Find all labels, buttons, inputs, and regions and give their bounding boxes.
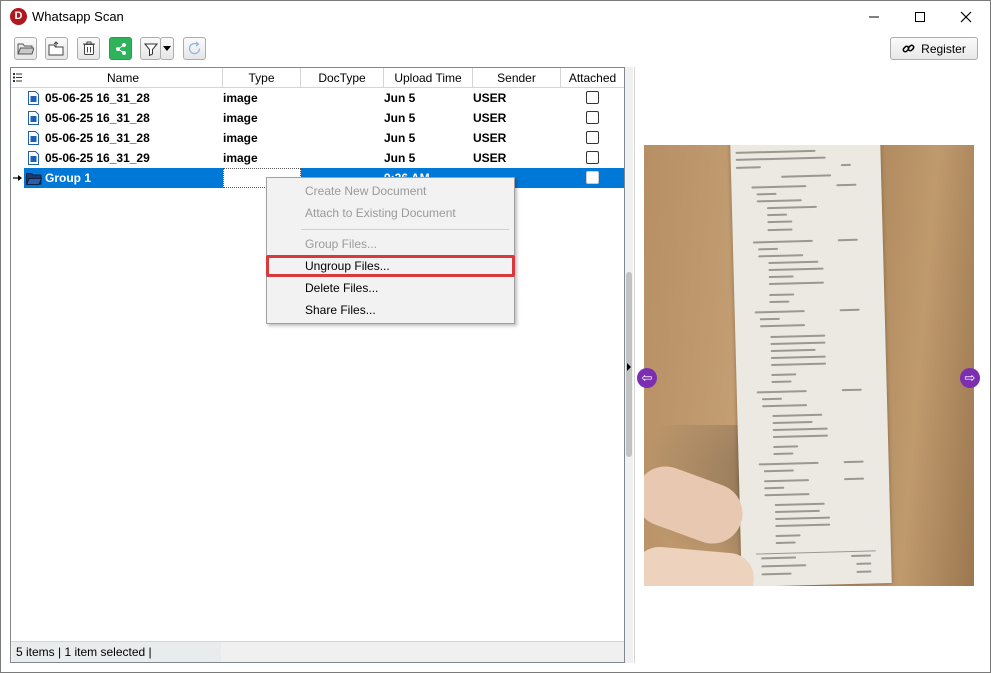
delete-button[interactable] — [77, 37, 100, 60]
open-file-button[interactable] — [45, 37, 68, 60]
cell-sender: USER — [473, 131, 507, 145]
filter-button[interactable] — [140, 37, 161, 60]
link-icon — [902, 44, 915, 53]
minimize-button[interactable] — [851, 1, 897, 33]
menu-item-share-files[interactable]: Share Files... — [268, 299, 513, 321]
group-folder-icon — [26, 173, 42, 185]
cell-name: 05-06-25 16_31_29 — [45, 151, 150, 165]
cell-name: Group 1 — [45, 171, 92, 185]
preview-panel: ⇦ ⇨ — [634, 67, 983, 663]
close-button[interactable] — [943, 1, 989, 33]
share-icon — [115, 42, 126, 55]
grid-header: Name Type DocType Upload Time Sender Att… — [11, 68, 624, 88]
column-chooser-button[interactable] — [11, 68, 24, 88]
delete-icon — [82, 41, 95, 55]
cell-upload-time: Jun 5 — [384, 91, 416, 105]
window-title: Whatsapp Scan — [32, 9, 124, 24]
image-file-icon — [28, 91, 39, 105]
refresh-button[interactable] — [183, 37, 206, 60]
column-header-attached[interactable]: Attached — [561, 68, 624, 88]
share-button[interactable] — [109, 37, 132, 60]
close-icon — [960, 11, 972, 23]
column-header-upload-time[interactable]: Upload Time — [384, 68, 473, 88]
toolbar: Register — [1, 33, 990, 65]
menu-item-delete-files[interactable]: Delete Files... — [268, 277, 513, 299]
cell-sender: USER — [473, 111, 507, 125]
cell-sender: USER — [473, 91, 507, 105]
table-row[interactable]: 05-06-25 16_31_28 image Jun 5 USER — [11, 108, 624, 128]
highlight-annotation — [266, 255, 515, 277]
table-row[interactable]: 05-06-25 16_31_28 image Jun 5 USER — [11, 88, 624, 108]
cell-name: 05-06-25 16_31_28 — [45, 111, 150, 125]
next-image-button[interactable]: ⇨ — [960, 368, 980, 388]
column-header-doctype[interactable]: DocType — [301, 68, 384, 88]
open-folder-icon — [17, 43, 34, 55]
menu-item-attach-to-existing-document[interactable]: Attach to Existing Document — [268, 202, 513, 224]
cell-type: image — [223, 91, 258, 105]
menu-item-group-files[interactable]: Group Files... — [268, 233, 513, 255]
chevron-down-icon — [163, 45, 171, 51]
cell-name: 05-06-25 16_31_28 — [45, 131, 150, 145]
context-menu: Create New Document Attach to Existing D… — [266, 177, 515, 324]
maximize-icon — [915, 12, 925, 22]
register-label: Register — [921, 41, 966, 56]
attached-checkbox[interactable] — [586, 91, 599, 104]
minimize-icon — [869, 16, 879, 18]
image-file-icon — [28, 131, 39, 145]
arrow-right-icon: ⇨ — [964, 370, 976, 385]
cell-upload-time: Jun 5 — [384, 131, 416, 145]
arrow-left-icon: ⇦ — [641, 370, 653, 385]
column-header-sender[interactable]: Sender — [473, 68, 561, 88]
cell-type: image — [223, 131, 258, 145]
previous-image-button[interactable]: ⇦ — [637, 368, 657, 388]
app-window: D Whatsapp Scan Register Name Type DocTy… — [0, 0, 991, 673]
attached-checkbox[interactable] — [586, 171, 599, 184]
refresh-icon — [188, 41, 201, 55]
cell-upload-time: Jun 5 — [384, 151, 416, 165]
cell-name: 05-06-25 16_31_28 — [45, 91, 150, 105]
open-folder-button[interactable] — [14, 37, 37, 60]
cell-upload-time: Jun 5 — [384, 111, 416, 125]
cell-type: image — [223, 151, 258, 165]
status-text: 5 items | 1 item selected | — [13, 642, 221, 662]
attached-checkbox[interactable] — [586, 151, 599, 164]
column-header-name[interactable]: Name — [24, 68, 223, 88]
receipt-preview-image — [644, 145, 974, 586]
list-icon — [13, 73, 22, 82]
menu-item-create-new-document[interactable]: Create New Document — [268, 180, 513, 202]
current-row-arrow-icon — [13, 175, 22, 181]
register-button[interactable]: Register — [890, 37, 978, 60]
attached-checkbox[interactable] — [586, 111, 599, 124]
maximize-button[interactable] — [897, 1, 943, 33]
filter-icon — [143, 43, 158, 56]
app-logo-icon: D — [10, 8, 27, 25]
file-grid: Name Type DocType Upload Time Sender Att… — [10, 67, 625, 663]
open-file-icon — [48, 41, 64, 56]
receipt-paper — [730, 145, 892, 586]
splitter-arrow-icon[interactable] — [625, 361, 633, 373]
attached-checkbox[interactable] — [586, 131, 599, 144]
image-file-icon — [28, 111, 39, 125]
image-file-icon — [28, 151, 39, 165]
menu-separator — [301, 229, 509, 230]
title-bar: D Whatsapp Scan — [1, 1, 990, 33]
cell-type: image — [223, 111, 258, 125]
column-header-type[interactable]: Type — [223, 68, 301, 88]
cell-sender: USER — [473, 151, 507, 165]
table-row[interactable]: 05-06-25 16_31_28 image Jun 5 USER — [11, 128, 624, 148]
table-row[interactable]: 05-06-25 16_31_29 image Jun 5 USER — [11, 148, 624, 168]
filter-dropdown-button[interactable] — [160, 37, 174, 60]
status-bar: 5 items | 1 item selected | — [11, 641, 624, 662]
